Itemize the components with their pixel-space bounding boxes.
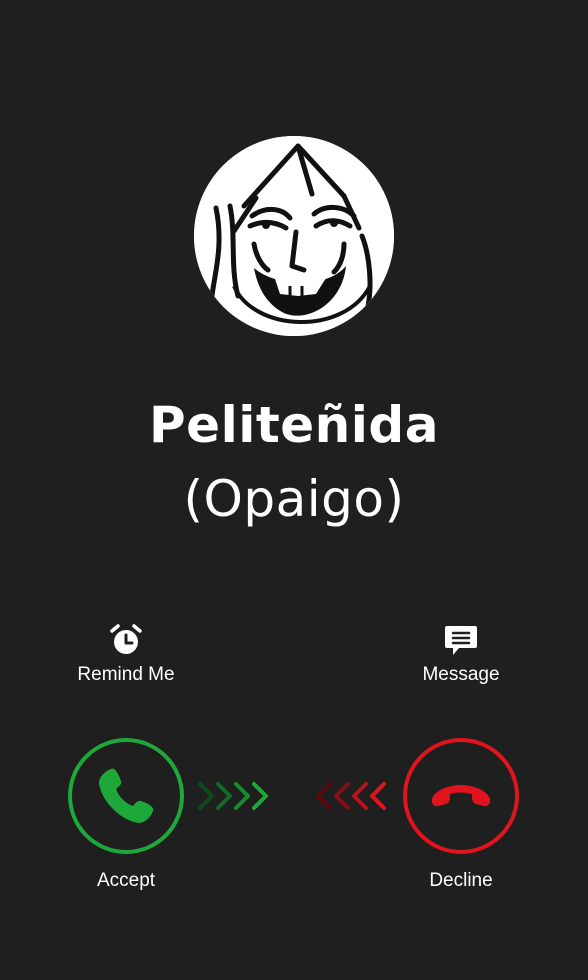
caller-subtitle: (Opaigo) xyxy=(183,470,405,528)
chat-bubble-icon xyxy=(445,626,477,655)
phone-hangup-icon xyxy=(431,785,491,807)
remind-me-button[interactable]: Remind Me xyxy=(46,622,206,686)
caller-avatar xyxy=(194,136,394,336)
incoming-call-screen: Peliteñida (Opaigo) Remind Me Message Ac… xyxy=(0,0,588,980)
message-label: Message xyxy=(422,664,500,685)
caller-name: Peliteñida xyxy=(149,396,439,454)
accept-label: Accept xyxy=(96,870,156,891)
decline-call-button[interactable] xyxy=(403,738,519,854)
accept-call-button[interactable] xyxy=(68,738,184,854)
remind-me-label: Remind Me xyxy=(77,664,175,685)
swipe-left-chevrons-icon xyxy=(316,782,386,810)
decline-label: Decline xyxy=(429,870,493,891)
swipe-right-chevrons-icon xyxy=(198,782,268,810)
alarm-clock-icon xyxy=(110,624,142,654)
message-button[interactable]: Message xyxy=(381,622,541,686)
troll-face-avatar-icon xyxy=(194,136,394,336)
phone-icon xyxy=(99,768,154,823)
